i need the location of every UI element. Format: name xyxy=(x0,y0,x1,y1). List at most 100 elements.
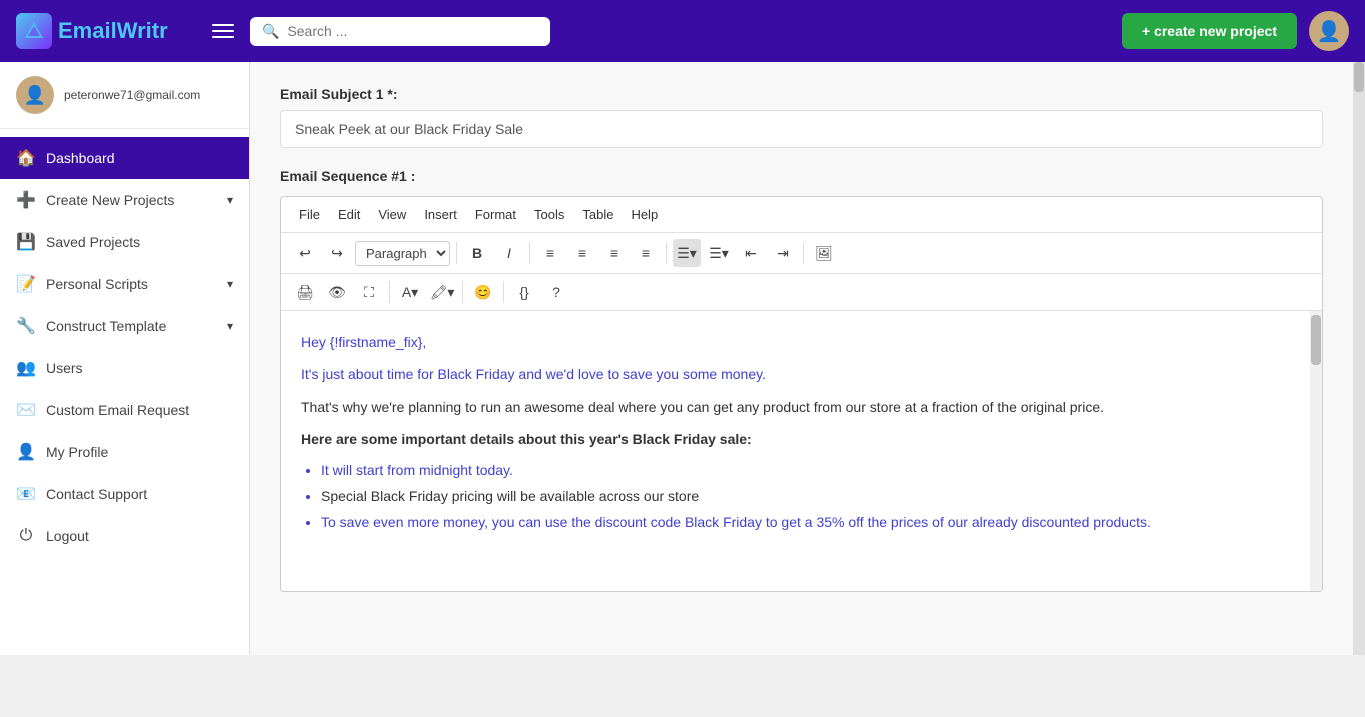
search-box: 🔍 xyxy=(250,17,550,46)
list-item: To save even more money, you can use the… xyxy=(321,511,1290,533)
hamburger-button[interactable] xyxy=(208,20,238,42)
logout-icon: ⏻ xyxy=(16,526,36,546)
logo-icon xyxy=(16,13,52,49)
search-icon: 🔍 xyxy=(262,23,279,40)
align-right-button[interactable]: ≡ xyxy=(600,239,628,267)
sidebar-user-email: peteronwe71@gmail.com xyxy=(64,88,200,102)
sidebar-item-label: Personal Scripts xyxy=(46,276,148,292)
sidebar-item-label: Users xyxy=(46,360,83,376)
divider xyxy=(456,242,457,264)
menu-insert[interactable]: Insert xyxy=(416,203,465,226)
sidebar-item-label: Saved Projects xyxy=(46,234,140,250)
user-avatar[interactable]: 👤 xyxy=(1309,11,1349,51)
sidebar-item-my-profile[interactable]: 👤 My Profile xyxy=(0,431,249,473)
users-icon: 👥 xyxy=(16,358,36,378)
sidebar-item-contact-support[interactable]: 📧 Contact Support xyxy=(0,473,249,515)
sidebar-item-label: Custom Email Request xyxy=(46,402,189,418)
sidebar-avatar: 👤 xyxy=(16,76,54,114)
image-button[interactable]: 🖼 xyxy=(810,239,838,267)
align-left-button[interactable]: ≡ xyxy=(536,239,564,267)
sequence-label: Email Sequence #1 : xyxy=(280,168,1323,184)
logo-text: EmailWritr xyxy=(58,18,168,44)
menu-table[interactable]: Table xyxy=(574,203,621,226)
editor-body[interactable]: Hey {!firstname_fix}, It's just about ti… xyxy=(281,311,1310,591)
sidebar-item-logout[interactable]: ⏻ Logout xyxy=(0,515,249,557)
sidebar-item-saved-projects[interactable]: 💾 Saved Projects xyxy=(0,221,249,263)
italic-button[interactable]: I xyxy=(495,239,523,267)
divider xyxy=(666,242,667,264)
editor-line-3: That's why we're planning to run an awes… xyxy=(301,396,1290,418)
print-button[interactable]: 🖨 xyxy=(291,278,319,306)
sidebar-item-label: Logout xyxy=(46,528,89,544)
undo-button[interactable]: ↩ xyxy=(291,239,319,267)
menu-edit[interactable]: Edit xyxy=(330,203,368,226)
sidebar: 👤 peteronwe71@gmail.com 🏠 Dashboard ➕ Cr… xyxy=(0,62,250,655)
sidebar-nav: 🏠 Dashboard ➕ Create New Projects ▾ 💾 Sa… xyxy=(0,129,249,565)
indent-button[interactable]: ⇥ xyxy=(769,239,797,267)
editor-toolbar-2: 🖨 👁 ⛶ A▾ 🖍▾ 😊 {} ? xyxy=(281,274,1322,311)
contact-support-icon: 📧 xyxy=(16,484,36,504)
search-input[interactable] xyxy=(287,23,538,39)
list-item: Special Black Friday pricing will be ava… xyxy=(321,485,1290,507)
editor-bullet-list: It will start from midnight today. Speci… xyxy=(301,459,1290,534)
construct-template-icon: 🔧 xyxy=(16,316,36,336)
sidebar-item-label: Construct Template xyxy=(46,318,166,334)
email-subject-label: Email Subject 1 *: xyxy=(280,86,1323,102)
outdent-button[interactable]: ⇤ xyxy=(737,239,765,267)
preview-button[interactable]: 👁 xyxy=(323,278,351,306)
code-button[interactable]: {} xyxy=(510,278,538,306)
divider xyxy=(503,281,504,303)
divider xyxy=(803,242,804,264)
sidebar-item-construct-template[interactable]: 🔧 Construct Template ▾ xyxy=(0,305,249,347)
editor-line-1: Hey {!firstname_fix}, xyxy=(301,331,1290,353)
editor-toolbar-1: ↩ ↪ Paragraph B I ≡ ≡ ≡ ≡ ☰▾ ☰▾ ⇤ ⇥ 🖼 xyxy=(281,233,1322,274)
menu-tools[interactable]: Tools xyxy=(526,203,572,226)
chevron-down-icon: ▾ xyxy=(227,277,233,291)
sidebar-item-users[interactable]: 👥 Users xyxy=(0,347,249,389)
paragraph-style-select[interactable]: Paragraph xyxy=(355,241,450,266)
scrollbar-thumb xyxy=(1311,315,1321,365)
fullscreen-button[interactable]: ⛶ xyxy=(355,278,383,306)
divider xyxy=(529,242,530,264)
sidebar-item-label: Dashboard xyxy=(46,150,115,166)
main-content: Email Subject 1 *: Email Sequence #1 : F… xyxy=(250,62,1353,655)
menu-view[interactable]: View xyxy=(370,203,414,226)
menu-help[interactable]: Help xyxy=(623,203,666,226)
highlight-button[interactable]: 🖍▾ xyxy=(428,278,456,306)
redo-button[interactable]: ↪ xyxy=(323,239,351,267)
bold-button[interactable]: B xyxy=(463,239,491,267)
editor-scrollbar[interactable] xyxy=(1310,311,1322,591)
sidebar-item-custom-email-request[interactable]: ✉️ Custom Email Request xyxy=(0,389,249,431)
page-scrollbar[interactable] xyxy=(1353,62,1365,655)
bullet-list-button[interactable]: ☰▾ xyxy=(673,239,701,267)
list-item: It will start from midnight today. xyxy=(321,459,1290,481)
menu-file[interactable]: File xyxy=(291,203,328,226)
create-new-project-button[interactable]: + create new project xyxy=(1122,13,1297,49)
dashboard-icon: 🏠 xyxy=(16,148,36,168)
page-scrollbar-thumb xyxy=(1354,62,1364,92)
create-projects-icon: ➕ xyxy=(16,190,36,210)
menu-format[interactable]: Format xyxy=(467,203,524,226)
numbered-list-button[interactable]: ☰▾ xyxy=(705,239,733,267)
personal-scripts-icon: 📝 xyxy=(16,274,36,294)
custom-email-icon: ✉️ xyxy=(16,400,36,420)
sidebar-item-personal-scripts[interactable]: 📝 Personal Scripts ▾ xyxy=(0,263,249,305)
logo-area: EmailWritr xyxy=(16,13,196,49)
align-center-button[interactable]: ≡ xyxy=(568,239,596,267)
sidebar-item-label: Contact Support xyxy=(46,486,147,502)
sidebar-item-dashboard[interactable]: 🏠 Dashboard xyxy=(0,137,249,179)
saved-projects-icon: 💾 xyxy=(16,232,36,252)
editor-line-4: Here are some important details about th… xyxy=(301,428,1290,450)
divider xyxy=(462,281,463,303)
layout: 👤 peteronwe71@gmail.com 🏠 Dashboard ➕ Cr… xyxy=(0,62,1365,655)
help-button[interactable]: ? xyxy=(542,278,570,306)
sidebar-item-create-new-projects[interactable]: ➕ Create New Projects ▾ xyxy=(0,179,249,221)
chevron-down-icon: ▾ xyxy=(227,319,233,333)
sidebar-user: 👤 peteronwe71@gmail.com xyxy=(0,62,249,129)
align-justify-button[interactable]: ≡ xyxy=(632,239,660,267)
emoji-button[interactable]: 😊 xyxy=(469,278,497,306)
email-subject-input[interactable] xyxy=(280,110,1323,148)
profile-icon: 👤 xyxy=(16,442,36,462)
font-color-button[interactable]: A▾ xyxy=(396,278,424,306)
divider xyxy=(389,281,390,303)
